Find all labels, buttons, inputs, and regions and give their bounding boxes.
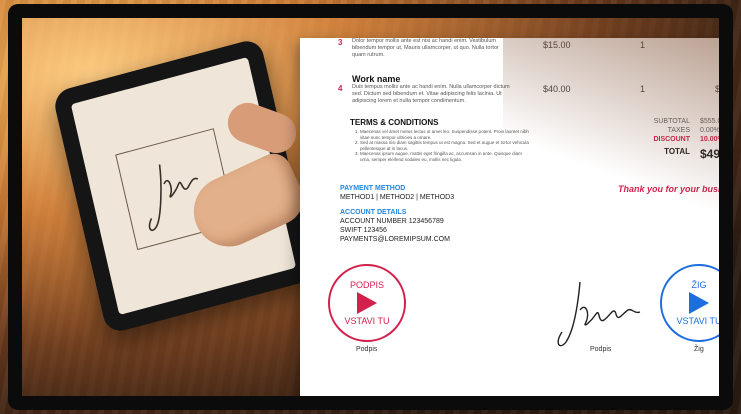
play-arrow-icon xyxy=(357,292,377,314)
monitor-frame: 3 Dolor tempor mollis ante est nisi ac h… xyxy=(8,4,733,410)
item-title: Work name xyxy=(352,74,401,84)
subtotal-value: $555.00 xyxy=(700,118,726,125)
invoice-item-row: 4 Work name Duis tempus mollis ante ac h… xyxy=(338,74,733,114)
play-arrow-icon xyxy=(689,292,709,314)
swift-code: SWIFT 123456 xyxy=(340,227,387,234)
terms-item: Sed at massa nisi diam sagittis tempus u… xyxy=(360,140,530,151)
handwritten-signature-caption: Podpis xyxy=(590,346,612,353)
payment-email: PAYMENTS@LOREMIPSUM.COM xyxy=(340,236,450,243)
terms-item: Maecenas ipsum augue, mattis eget fringi… xyxy=(360,151,530,162)
terms-heading: TERMS & CONDITIONS xyxy=(350,118,439,127)
seal-stamp-top: ŽIG xyxy=(691,280,707,290)
terms-list: Maecenas vel amet metus lectus ut amet l… xyxy=(350,129,530,163)
item-price: $40.00 xyxy=(543,84,571,94)
total-label: TOTAL xyxy=(664,147,690,156)
item-price: $15.00 xyxy=(543,40,571,50)
seal-caption: Žig xyxy=(694,346,704,353)
item-qty: 1 xyxy=(640,40,646,50)
signature-stamp-top: PODPIS xyxy=(349,280,384,290)
seal-insert-stamp[interactable]: ŽIG VSTAVI TU xyxy=(660,264,722,342)
item-total: $40.00 xyxy=(715,84,733,94)
payment-methods: METHOD1 | METHOD2 | METHOD3 xyxy=(340,194,455,201)
thank-you-note: Thank you for your business! xyxy=(618,184,733,194)
account-details-heading: ACCOUNT DETAILS xyxy=(340,209,407,216)
taxes-value: 0.00% xyxy=(700,127,720,134)
payment-method-heading: PAYMENT METHOD xyxy=(340,185,406,192)
terms-item: Maecenas vel amet metus lectus ut amet l… xyxy=(360,129,530,140)
payment-details: PAYMENT METHOD METHOD1 | METHOD2 | METHO… xyxy=(340,184,454,244)
seal-stamp-bottom: VSTAVI TU xyxy=(676,316,722,326)
invoice-item-row: 3 Dolor tempor mollis ante est nisi ac h… xyxy=(338,38,719,68)
item-number: 4 xyxy=(338,84,343,93)
invoice-document: 3 Dolor tempor mollis ante est nisi ac h… xyxy=(300,38,733,396)
account-number: ACCOUNT NUMBER 123456789 xyxy=(340,218,444,225)
item-description: Duis tempus mollis ante ac handi enim. N… xyxy=(352,84,510,104)
discount-value: 10.00% xyxy=(700,136,724,143)
item-number: 3 xyxy=(338,38,343,47)
item-description: Dolor tempor mollis ante est nisi ac han… xyxy=(352,38,499,58)
signature-caption: Podpis xyxy=(356,346,378,353)
subtotal-label: SUBTOTAL xyxy=(653,118,690,125)
signature-insert-stamp[interactable]: PODPIS VSTAVI TU xyxy=(328,264,406,342)
item-qty: 1 xyxy=(640,84,646,94)
discount-label: DISCOUNT xyxy=(653,136,690,143)
terms-section: TERMS & CONDITIONS Maecenas vel amet met… xyxy=(350,118,530,163)
total-value: $499.50 xyxy=(700,147,731,161)
taxes-label: TAXES xyxy=(667,127,690,134)
signature-stamp-bottom: VSTAVI TU xyxy=(344,316,390,326)
handwritten-signature-icon xyxy=(557,281,641,347)
totals-summary: SUBTOTAL $555.00 TAXES 0.00% DISCOUNT 10.00… xyxy=(600,118,731,161)
